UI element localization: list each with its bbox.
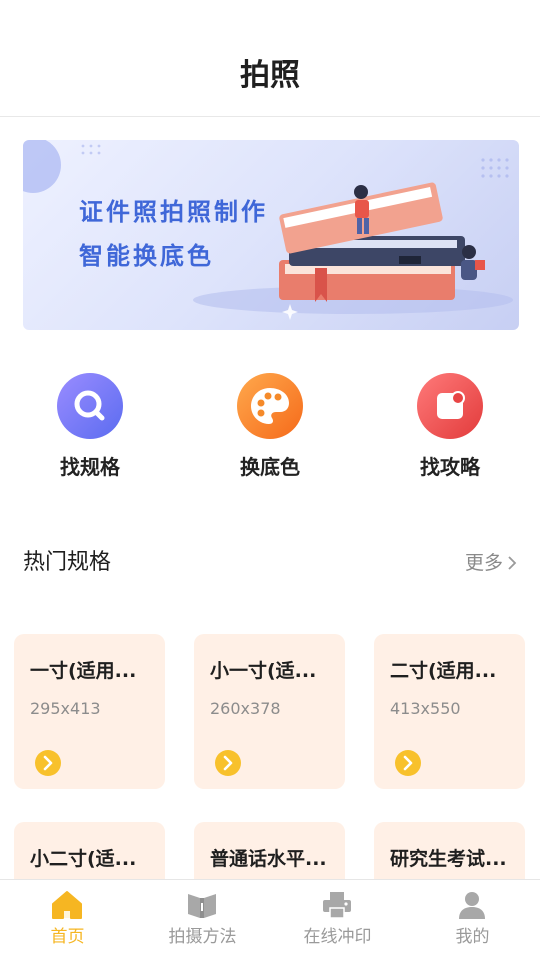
more-label: 更多 [464,552,503,574]
arrow-right-icon[interactable] [35,750,61,776]
search-icon [57,373,123,439]
promo-banner[interactable]: 证件照拍照制作 智能换底色 [23,140,519,330]
spec-card-name: 普通话水平... [210,848,327,870]
spec-card-size: 413x550 [390,699,461,718]
banner-illustration [23,140,513,320]
more-link[interactable]: 更多 [465,549,517,577]
spec-card-name: 一寸(适用... [30,660,137,682]
banner-headline: 证件照拍照制作 [79,198,268,226]
tab-shooting-method[interactable]: 拍摄方法 [135,880,270,960]
page-title: 拍照 [240,58,300,93]
tab-mine[interactable]: 我的 [405,880,540,960]
section-title-hot-specs: 热门规格 [23,550,112,575]
tab-label: 在线冲印 [303,927,372,947]
spec-card-size: 295x413 [30,699,101,718]
spec-card-size: 260x378 [210,699,281,718]
spec-card-name: 二寸(适用... [390,660,497,682]
banner-subheadline: 智能换底色 [79,242,214,270]
chevron-right-icon [508,556,517,570]
arrow-right-icon[interactable] [395,750,421,776]
printer-icon [323,892,351,919]
arrow-right-icon[interactable] [215,750,241,776]
feature-label: 找攻略 [420,455,480,479]
bottom-tab-bar: 首页 拍摄方法 在线冲印 我的 [0,879,540,960]
palette-icon [237,373,303,439]
book-icon [188,894,216,918]
home-icon [52,891,82,919]
spec-card[interactable]: 小一寸(适... 260x378 [194,634,345,789]
tab-label: 我的 [455,927,490,947]
guide-icon [417,373,483,439]
feature-label: 找规格 [60,455,120,479]
app-header: 拍照 [0,0,540,117]
tab-home[interactable]: 首页 [0,880,135,960]
spec-card[interactable]: 一寸(适用... 295x413 [14,634,165,789]
user-icon [459,892,485,919]
tab-label: 拍摄方法 [168,927,237,947]
feature-label: 换底色 [240,455,300,479]
spec-card-name: 研究生考试... [390,848,507,870]
spec-card-name: 小一寸(适... [210,660,317,682]
feature-change-background[interactable]: 换底色 [205,373,335,480]
tab-label: 首页 [50,927,85,947]
spec-card-name: 小二寸(适... [30,848,137,870]
feature-find-spec[interactable]: 找规格 [25,373,155,480]
feature-find-guide[interactable]: 找攻略 [385,373,515,480]
tab-online-print[interactable]: 在线冲印 [270,880,405,960]
spec-card[interactable]: 二寸(适用... 413x550 [374,634,525,789]
